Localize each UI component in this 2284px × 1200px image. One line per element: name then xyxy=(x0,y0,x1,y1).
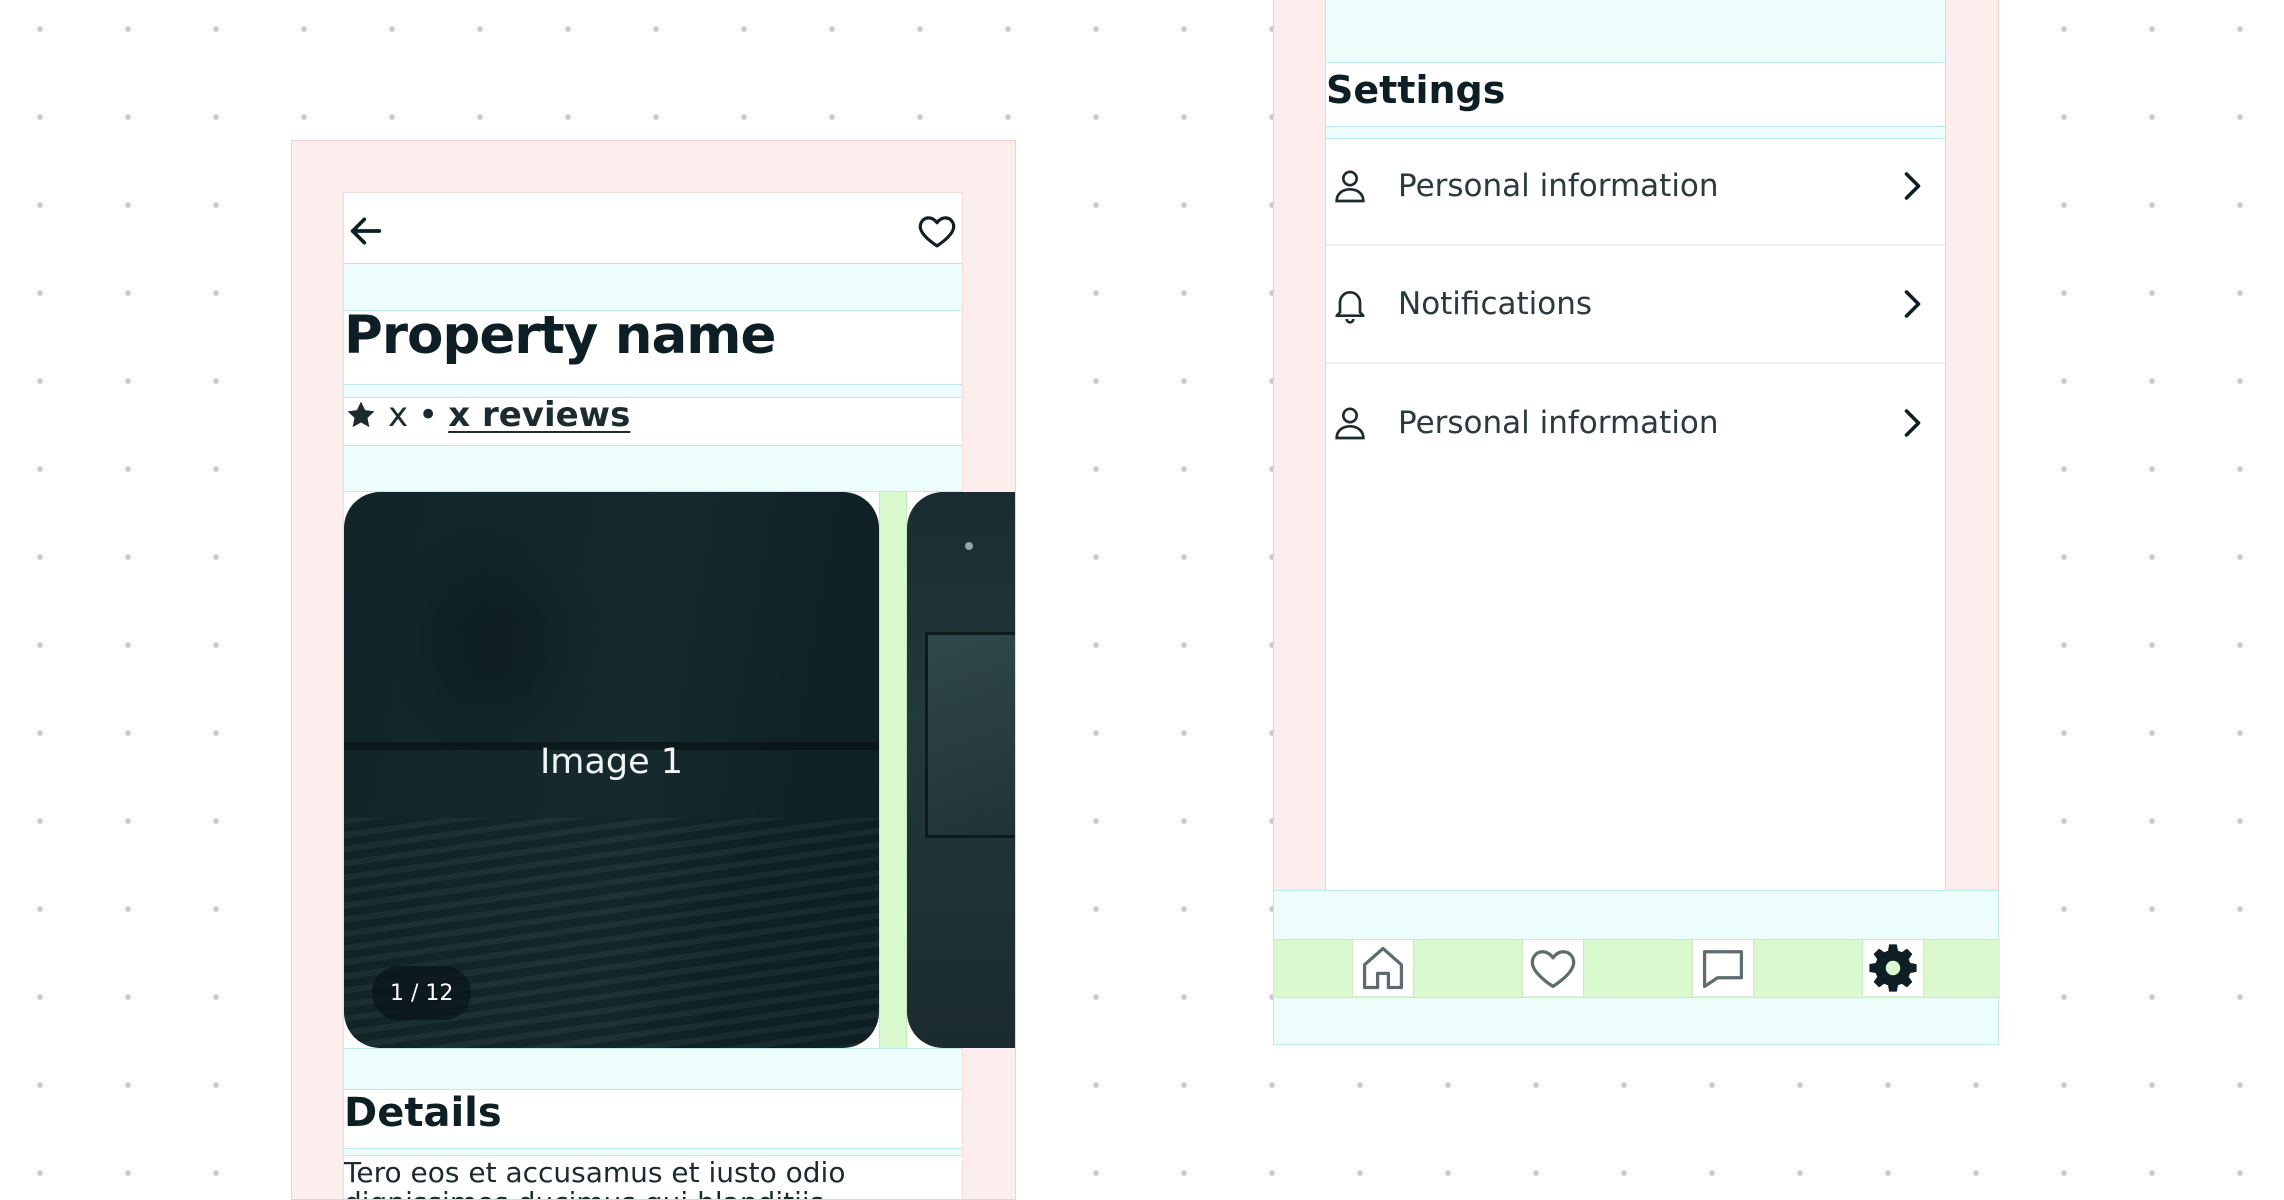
photo-scene xyxy=(925,632,1016,838)
chevron-right-icon xyxy=(1891,284,1931,324)
home-icon xyxy=(1362,946,1404,990)
star-icon xyxy=(347,401,375,428)
arrow-left-icon xyxy=(350,217,382,245)
spacing-overlay xyxy=(344,445,962,492)
settings-item-label: Personal information xyxy=(1398,405,1719,441)
nav-tab-settings[interactable] xyxy=(1862,940,1924,996)
rating-value: x xyxy=(388,395,409,435)
settings-item-personal-information[interactable]: Personal information xyxy=(1326,128,1945,246)
image-counter-badge: 1 / 12 xyxy=(372,966,472,1020)
settings-item-notifications[interactable]: Notifications xyxy=(1326,246,1945,364)
carousel-gap-overlay xyxy=(879,492,907,1048)
property-title: Property name xyxy=(344,305,776,366)
spacing-overlay xyxy=(344,263,962,311)
bottom-navigation-bar xyxy=(1274,939,2000,998)
property-detail-screen: Property name x • x reviews Image 1 1 / … xyxy=(291,140,1016,1200)
settings-item-label: Notifications xyxy=(1398,286,1593,322)
image-label: Image 1 xyxy=(539,742,683,782)
heart-icon xyxy=(1530,950,1576,989)
photo-scene xyxy=(384,512,604,772)
heart-icon xyxy=(918,216,956,248)
spacing-overlay xyxy=(344,1048,962,1090)
nav-tab-favorites[interactable] xyxy=(1522,940,1584,996)
photo-scene xyxy=(965,542,973,550)
right-padding-overlay xyxy=(1945,0,1999,890)
rating-separator: • xyxy=(418,395,439,435)
details-heading: Details xyxy=(344,1090,502,1136)
settings-item-label: Personal information xyxy=(1398,168,1719,204)
settings-item-personal-information[interactable]: Personal information xyxy=(1326,364,1945,482)
bell-icon xyxy=(1328,282,1372,326)
reviews-link[interactable]: x reviews xyxy=(448,395,630,435)
favorite-button[interactable] xyxy=(915,209,959,253)
back-button[interactable] xyxy=(344,209,388,253)
bottom-navigation-container xyxy=(1273,890,2000,1045)
spacing-overlay xyxy=(1326,0,1945,63)
settings-screen: Settings Personal information Notificati… xyxy=(1273,0,2000,1045)
left-padding-overlay xyxy=(1273,0,1326,890)
rating-row: x • x reviews xyxy=(344,395,630,435)
chevron-right-icon xyxy=(1891,166,1931,206)
nav-tab-messages[interactable] xyxy=(1692,940,1754,996)
settings-title: Settings xyxy=(1326,68,1506,112)
spacing-overlay xyxy=(344,1148,962,1156)
carousel-next-image-card[interactable] xyxy=(907,492,1016,1048)
left-padding-overlay xyxy=(291,192,344,1200)
chevron-right-icon xyxy=(1891,403,1931,443)
carousel-image-card[interactable]: Image 1 1 / 12 xyxy=(344,492,879,1048)
gear-icon xyxy=(1869,944,1917,992)
top-padding-overlay xyxy=(291,140,1016,193)
chat-icon xyxy=(1702,950,1744,989)
user-icon xyxy=(1328,164,1372,208)
user-icon xyxy=(1328,401,1372,445)
nav-tab-home[interactable] xyxy=(1352,940,1414,996)
details-body: Tero eos et accusamus et iusto odio dign… xyxy=(344,1156,846,1200)
